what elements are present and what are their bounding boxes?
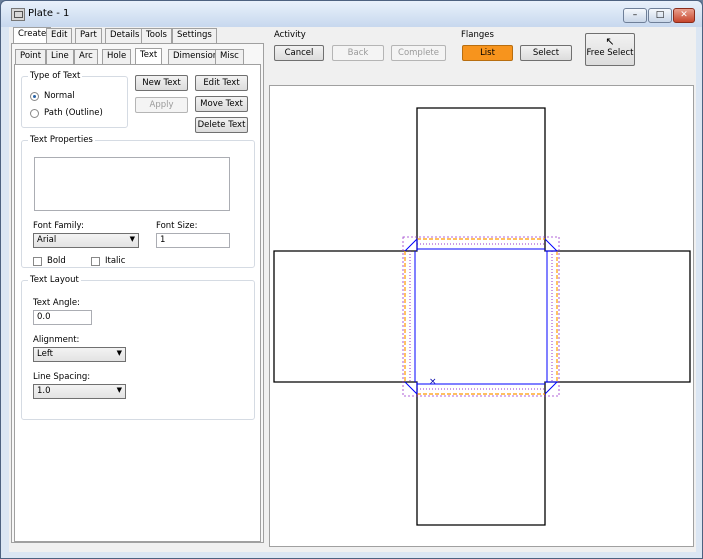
app-icon [11,8,25,21]
alignment-select[interactable]: Left ▼ [33,347,126,362]
main-tab-bar: Create Edit Part Details Tools Settings [13,27,263,43]
select-button[interactable]: Select [520,45,572,61]
create-panel: Point Line Arc Hole Text Dimension Misc … [11,43,264,543]
close-icon: ✕ [680,10,688,20]
bold-checkbox-label: Bold [47,256,66,266]
type-of-text-group: Type of Text Normal Path (Outline) [21,71,128,128]
apply-button[interactable]: Apply [135,97,188,113]
path-outline-radio-label: Path (Outline) [44,108,103,118]
italic-checkbox[interactable] [91,257,100,266]
maximize-icon: □ [655,10,665,20]
text-layout-title: Text Layout [28,275,81,285]
bend-line-right [546,251,558,382]
line-spacing-label: Line Spacing: [33,372,91,382]
chevron-down-icon: ▼ [129,235,135,243]
tab-misc[interactable]: Misc [215,49,244,64]
line-spacing-value: 1.0 [37,386,51,396]
bend-relief-right [544,238,559,252]
free-select-label: Free Select [586,48,634,58]
tab-settings[interactable]: Settings [172,28,217,43]
type-of-text-title: Type of Text [28,71,83,81]
client-area: Create Edit Part Details Tools Settings … [9,27,696,552]
cursor-arrow-icon: ↖ [605,35,615,48]
italic-checkbox-label: Italic [105,256,126,266]
tab-edit[interactable]: Edit [46,28,73,43]
drawing-canvas[interactable]: × [269,85,694,547]
complete-button[interactable]: Complete [391,45,446,61]
text-properties-title: Text Properties [28,135,95,145]
bend-zone-outline [402,236,560,397]
text-layout-group: Text Layout Text Angle: 0.0 Alignment: L… [21,275,255,420]
flanges-title: Flanges [461,30,494,40]
bend-relief-left [404,237,418,252]
minimize-icon: – [632,10,638,20]
plate-drawing: × [273,107,691,526]
plate-outline [273,107,691,526]
new-text-button[interactable]: New Text [135,75,188,91]
bend-relief-bottom-left [404,381,418,396]
title-bar: Plate - 1 – □ ✕ [1,1,702,27]
minimize-button[interactable]: – [623,8,647,23]
chevron-down-icon: ▼ [116,386,122,394]
chevron-down-icon: ▼ [116,349,122,357]
move-text-button[interactable]: Move Text [195,96,248,112]
font-family-label: Font Family: [33,221,84,231]
close-button[interactable]: ✕ [673,8,695,23]
tab-details[interactable]: Details [105,28,145,43]
cancel-button[interactable]: Cancel [274,45,324,61]
edit-text-button[interactable]: Edit Text [195,75,248,91]
line-spacing-select[interactable]: 1.0 ▼ [33,384,126,399]
back-button[interactable]: Back [332,45,384,61]
path-outline-radio[interactable] [30,109,39,118]
font-family-value: Arial [37,235,57,245]
normal-radio-label: Normal [44,91,75,101]
free-select-button[interactable]: ↖ Free Select [585,33,635,66]
normal-radio[interactable] [30,92,39,101]
text-properties-group: Text Properties Font Family: Arial ▼ Fon… [21,135,255,268]
delete-text-button[interactable]: Delete Text [195,117,248,133]
tab-text[interactable]: Text [135,48,163,64]
bend-relief-bottom-right [544,381,559,395]
tab-line[interactable]: Line [46,49,74,64]
bend-line-left [404,251,416,382]
font-size-label: Font Size: [156,221,198,231]
app-window: Plate - 1 – □ ✕ Create Edit Part Details… [0,0,703,559]
window-title: Plate - 1 [28,8,70,19]
tab-hole[interactable]: Hole [102,49,132,64]
activity-title: Activity [274,30,306,40]
text-angle-label: Text Angle: [33,298,80,308]
text-tab-panel: Type of Text Normal Path (Outline) New T… [14,64,261,542]
tab-tools[interactable]: Tools [141,28,172,43]
alignment-value: Left [37,349,53,359]
tab-arc[interactable]: Arc [74,49,98,64]
text-angle-input[interactable]: 0.0 [33,310,92,325]
sub-tab-bar: Point Line Arc Hole Text Dimension Misc [15,48,260,64]
list-button[interactable]: List [462,45,513,61]
tab-point[interactable]: Point [15,49,47,64]
font-family-select[interactable]: Arial ▼ [33,233,139,248]
text-content-input[interactable] [34,157,230,211]
maximize-button[interactable]: □ [648,8,672,23]
tab-part[interactable]: Part [75,28,102,43]
origin-marker-icon: × [429,377,437,387]
bold-checkbox[interactable] [33,257,42,266]
font-size-input[interactable]: 1 [156,233,230,248]
alignment-label: Alignment: [33,335,80,345]
bend-line-top [417,238,545,250]
